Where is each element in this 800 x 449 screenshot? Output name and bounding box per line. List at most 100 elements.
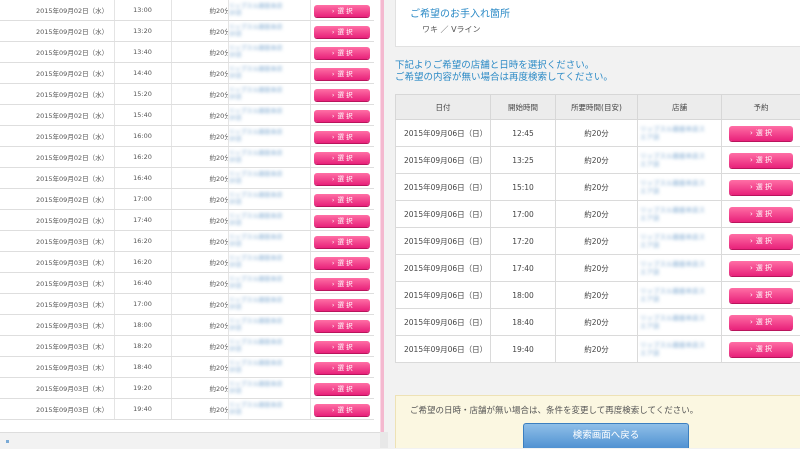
- row-store[interactable]: リップスル銀座本店3F店: [228, 168, 310, 189]
- select-button[interactable]: ›選 択: [729, 315, 793, 330]
- row-store[interactable]: リップスル銀座本店スエア店: [638, 228, 722, 255]
- row-button-cell: ›選 択: [310, 84, 374, 105]
- select-button[interactable]: ›選 択: [314, 194, 370, 206]
- back-to-search-button[interactable]: 検索画面へ戻る: [523, 423, 689, 448]
- row-store[interactable]: リップスル銀座本店3F店: [228, 315, 310, 336]
- row-store[interactable]: リップスル銀座本店3F店: [228, 63, 310, 84]
- row-store[interactable]: リップスル銀座本店3F店: [228, 252, 310, 273]
- select-button[interactable]: ›選 択: [729, 261, 793, 276]
- row-store[interactable]: リップスル銀座本店3F店: [228, 357, 310, 378]
- row-duration: 約20分: [171, 357, 228, 378]
- store-name-blurred[interactable]: リップスル銀座本店: [229, 318, 310, 325]
- select-button[interactable]: ›選 択: [314, 257, 370, 269]
- select-button[interactable]: ›選 択: [314, 278, 370, 290]
- row-store[interactable]: リップスル銀座本店スエア店: [638, 309, 722, 336]
- row-store[interactable]: リップスル銀座本店スエア店: [638, 174, 722, 201]
- row-store[interactable]: リップスル銀座本店3F店: [228, 105, 310, 126]
- store-name-blurred[interactable]: リップスル銀座本店: [229, 3, 310, 10]
- row-button-cell: ›選 択: [310, 378, 374, 399]
- row-store[interactable]: リップスル銀座本店スエア店: [638, 336, 722, 363]
- store-name-blurred[interactable]: リップスル銀座本店: [229, 297, 310, 304]
- select-button[interactable]: ›選 択: [314, 68, 370, 80]
- store-name-blurred[interactable]: リップスル銀座本店: [229, 150, 310, 157]
- store-name-blurred[interactable]: リップスル銀座本店: [229, 129, 310, 136]
- store-name-blurred[interactable]: リップスル銀座本店ス: [640, 260, 721, 268]
- select-button[interactable]: ›選 択: [729, 342, 793, 357]
- row-store[interactable]: リップスル銀座本店スエア店: [638, 120, 722, 147]
- store-name-blurred[interactable]: リップスル銀座本店: [229, 24, 310, 31]
- select-button[interactable]: ›選 択: [729, 126, 793, 141]
- select-button[interactable]: ›選 択: [729, 288, 793, 303]
- row-store[interactable]: リップスル銀座本店3F店: [228, 42, 310, 63]
- select-button[interactable]: ›選 択: [314, 404, 370, 416]
- left-schedule-row: 2015年09月03日（木）19:40約20分リップスル銀座本店3F店›選 択: [0, 399, 374, 420]
- row-time: 16:00: [114, 126, 171, 147]
- select-button[interactable]: ›選 択: [314, 383, 370, 395]
- row-button-cell: ›選 択: [722, 201, 800, 228]
- row-store[interactable]: リップスル銀座本店3F店: [228, 126, 310, 147]
- select-button[interactable]: ›選 択: [314, 215, 370, 227]
- store-name-blurred[interactable]: リップスル銀座本店: [229, 213, 310, 220]
- row-store[interactable]: リップスル銀座本店3F店: [228, 84, 310, 105]
- store-name-blurred[interactable]: リップスル銀座本店: [229, 234, 310, 241]
- select-button[interactable]: ›選 択: [314, 110, 370, 122]
- select-button[interactable]: ›選 択: [314, 26, 370, 38]
- select-button[interactable]: ›選 択: [314, 152, 370, 164]
- select-button[interactable]: ›選 択: [314, 5, 370, 17]
- row-time: 17:40: [114, 210, 171, 231]
- store-name-blurred[interactable]: リップスル銀座本店: [229, 255, 310, 262]
- store-name-blurred[interactable]: リップスル銀座本店ス: [640, 152, 721, 160]
- select-button[interactable]: ›選 択: [314, 320, 370, 332]
- store-name-blurred[interactable]: リップスル銀座本店: [229, 108, 310, 115]
- store-name-blurred[interactable]: リップスル銀座本店ス: [640, 314, 721, 322]
- row-store[interactable]: リップスル銀座本店スエア店: [638, 255, 722, 282]
- select-button[interactable]: ›選 択: [314, 362, 370, 374]
- select-button[interactable]: ›選 択: [314, 47, 370, 59]
- row-store[interactable]: リップスル銀座本店3F店: [228, 231, 310, 252]
- select-button[interactable]: ›選 択: [314, 236, 370, 248]
- row-store[interactable]: リップスル銀座本店3F店: [228, 21, 310, 42]
- select-button[interactable]: ›選 択: [314, 299, 370, 311]
- select-button[interactable]: ›選 択: [314, 89, 370, 101]
- row-time: 17:20: [491, 228, 556, 255]
- row-store[interactable]: リップスル銀座本店3F店: [228, 210, 310, 231]
- store-name-blurred[interactable]: リップスル銀座本店ス: [640, 287, 721, 295]
- row-store[interactable]: リップスル銀座本店スエア店: [638, 147, 722, 174]
- select-button[interactable]: ›選 択: [729, 180, 793, 195]
- store-name-blurred[interactable]: リップスル銀座本店: [229, 402, 310, 409]
- store-name-blurred[interactable]: リップスル銀座本店: [229, 87, 310, 94]
- row-store[interactable]: リップスル銀座本店3F店: [228, 294, 310, 315]
- row-store[interactable]: リップスル銀座本店3F店: [228, 336, 310, 357]
- store-name-blurred[interactable]: リップスル銀座本店: [229, 381, 310, 388]
- store-name-blurred[interactable]: リップスル銀座本店: [229, 192, 310, 199]
- row-store[interactable]: リップスル銀座本店スエア店: [638, 201, 722, 228]
- store-name-blurred[interactable]: リップスル銀座本店ス: [640, 206, 721, 214]
- row-time: 17:40: [491, 255, 556, 282]
- row-button-cell: ›選 択: [310, 21, 374, 42]
- store-name-blurred[interactable]: リップスル銀座本店ス: [640, 179, 721, 187]
- row-store[interactable]: リップスル銀座本店3F店: [228, 378, 310, 399]
- select-button[interactable]: ›選 択: [729, 153, 793, 168]
- row-store[interactable]: リップスル銀座本店3F店: [228, 147, 310, 168]
- row-store[interactable]: リップスル銀座本店3F店: [228, 273, 310, 294]
- select-button[interactable]: ›選 択: [729, 207, 793, 222]
- store-name-blurred[interactable]: リップスル銀座本店ス: [640, 233, 721, 241]
- horizontal-scrollbar[interactable]: [0, 432, 380, 449]
- store-name-blurred[interactable]: リップスル銀座本店: [229, 45, 310, 52]
- select-button[interactable]: ›選 択: [314, 341, 370, 353]
- store-name-blurred[interactable]: リップスル銀座本店: [229, 171, 310, 178]
- row-store[interactable]: リップスル銀座本店3F店: [228, 0, 310, 21]
- row-date: 2015年09月02日（水）: [0, 210, 114, 231]
- store-name-blurred[interactable]: リップスル銀座本店ス: [640, 125, 721, 133]
- row-store[interactable]: リップスル銀座本店3F店: [228, 399, 310, 420]
- store-name-blurred[interactable]: リップスル銀座本店: [229, 339, 310, 346]
- store-name-blurred[interactable]: リップスル銀座本店: [229, 66, 310, 73]
- store-name-blurred[interactable]: リップスル銀座本店: [229, 360, 310, 367]
- select-button[interactable]: ›選 択: [314, 131, 370, 143]
- select-button[interactable]: ›選 択: [729, 234, 793, 249]
- row-store[interactable]: リップスル銀座本店スエア店: [638, 282, 722, 309]
- row-store[interactable]: リップスル銀座本店3F店: [228, 189, 310, 210]
- store-name-blurred[interactable]: リップスル銀座本店ス: [640, 341, 721, 349]
- select-button[interactable]: ›選 択: [314, 173, 370, 185]
- store-name-blurred[interactable]: リップスル銀座本店: [229, 276, 310, 283]
